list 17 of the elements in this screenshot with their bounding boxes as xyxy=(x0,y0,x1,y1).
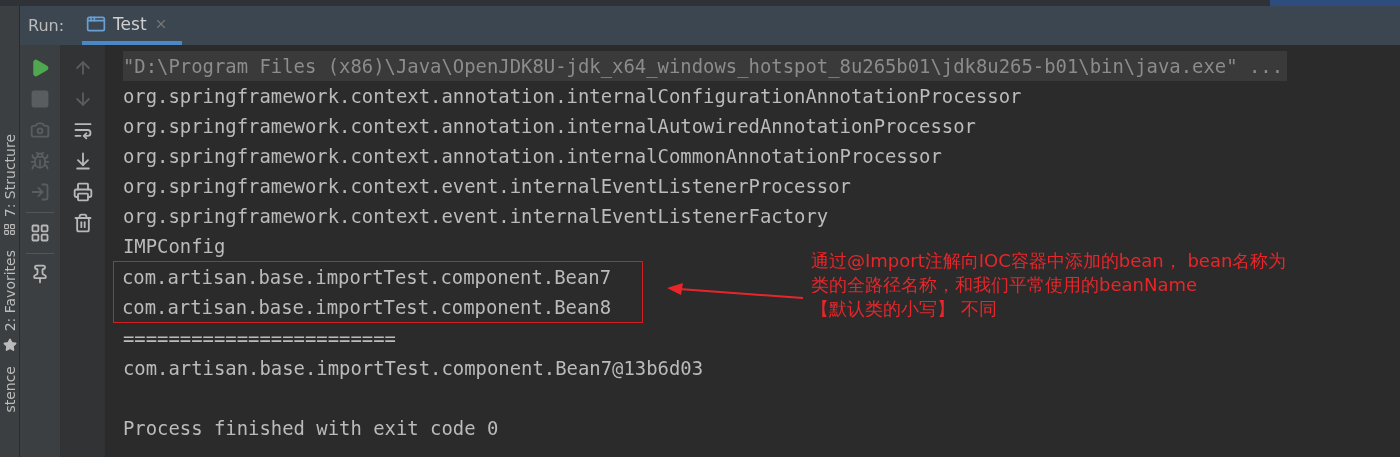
console-line: ======================== xyxy=(123,326,396,351)
console-line: org.springframework.context.annotation.internalCommonAnnotationProcessor xyxy=(123,144,942,169)
console-line: org.springframework.context.event.internalEventListenerFactory xyxy=(123,204,829,229)
console-line: IMPConfig xyxy=(123,234,226,259)
console-line: com.artisan.base.importTest.component.Bean7@13b6d03 xyxy=(123,356,704,381)
panel-title: Run: xyxy=(28,16,65,35)
console-line: org.springframework.context.event.internalEventListenerProcessor xyxy=(123,174,851,199)
console-line: Process finished with exit code 0 xyxy=(123,416,499,441)
tab-label: Test xyxy=(113,13,147,34)
console-line: com.artisan.base.importTest.component.Bean8 xyxy=(122,295,612,320)
console-line: org.springframework.context.annotation.internalConfigurationAnnotationProcessor xyxy=(123,84,1022,109)
console-line: com.artisan.base.importTest.component.Bean7 xyxy=(122,265,612,290)
annotation-text: 通过@Import注解向IOC容器中添加的bean， bean名称为 类的全路径名称，和我们平常使用的beanName 【默认类的小写】 不同 xyxy=(811,249,1287,321)
tool-window-tab[interactable]: 2: Favorites xyxy=(1,250,18,332)
console-line: org.springframework.context.annotation.internalAutowiredAnnotationProcessor xyxy=(123,114,976,139)
tool-window-tab[interactable]: stence xyxy=(1,365,18,413)
tool-window-tab[interactable]: 7: Structure xyxy=(1,134,18,218)
